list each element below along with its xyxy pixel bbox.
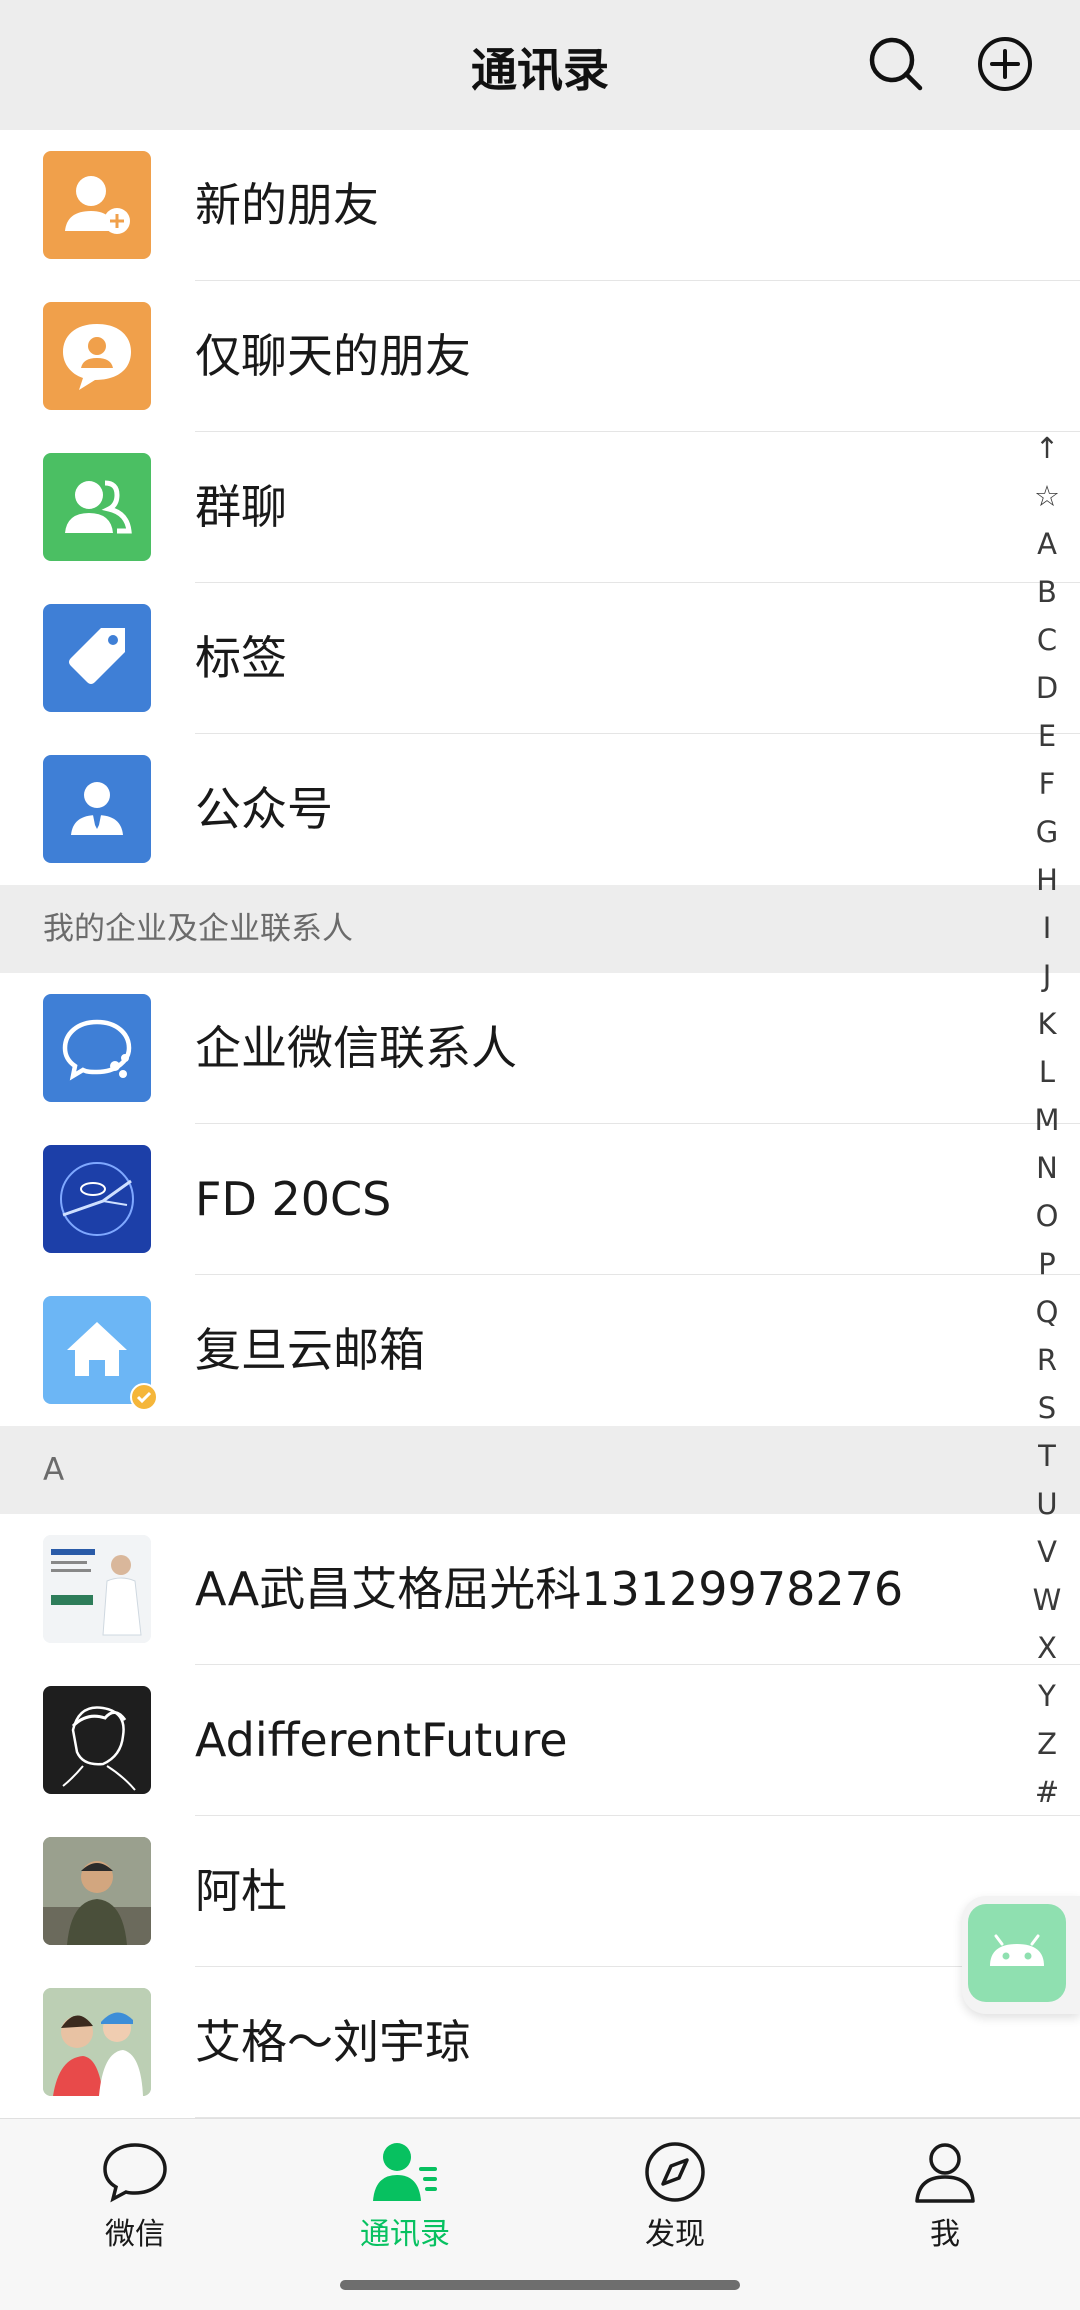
index-letter[interactable]: E <box>1028 712 1066 760</box>
floating-assistant-button[interactable] <box>962 1896 1080 2014</box>
tags-item[interactable]: 标签 <box>0 583 1080 734</box>
person-photo-avatar <box>43 1837 151 1945</box>
contacts-icon <box>373 2143 437 2201</box>
index-letter[interactable]: K <box>1028 1000 1066 1048</box>
tab-label: 我 <box>930 2217 960 2252</box>
tab-label: 发现 <box>645 2217 705 2252</box>
fd-20cs-avatar <box>43 1145 151 1253</box>
index-letter[interactable]: A <box>1028 520 1066 568</box>
index-letter[interactable]: M <box>1028 1096 1066 1144</box>
contact-item[interactable]: AdifferentFuture <box>0 1665 1080 1816</box>
chat-only-friend-icon <box>43 302 151 410</box>
tag-icon <box>43 604 151 712</box>
index-letter[interactable]: R <box>1028 1336 1066 1384</box>
home-icon <box>43 1296 158 1411</box>
tab-chats[interactable]: 微信 <box>35 2139 235 2253</box>
index-letter[interactable]: U <box>1028 1480 1066 1528</box>
index-letter[interactable]: Y <box>1028 1672 1066 1720</box>
doctor-photo-avatar <box>43 1535 151 1643</box>
official-account-icon <box>43 755 151 863</box>
index-letter[interactable]: V <box>1028 1528 1066 1576</box>
verified-badge-icon <box>130 1383 158 1411</box>
fd-20cs-item[interactable]: FD 20CS <box>0 1124 1080 1275</box>
index-letter[interactable]: Z <box>1028 1720 1066 1768</box>
chat-only-friends-item[interactable]: 仅聊天的朋友 <box>0 281 1080 432</box>
item-label: 仅聊天的朋友 <box>195 329 471 383</box>
tab-label: 通讯录 <box>360 2217 450 2252</box>
family-photo-avatar <box>43 1988 151 2096</box>
sketch-portrait-avatar <box>43 1686 151 1794</box>
index-letter[interactable]: F <box>1028 760 1066 808</box>
enterprise-section-header: 我的企业及企业联系人 <box>0 885 1080 973</box>
add-friend-icon <box>43 151 151 259</box>
index-letter[interactable]: N <box>1028 1144 1066 1192</box>
home-indicator[interactable] <box>340 2280 740 2290</box>
wecom-contacts-item[interactable]: 企业微信联系人 <box>0 973 1080 1124</box>
index-letter[interactable]: L <box>1028 1048 1066 1096</box>
index-letter[interactable]: # <box>1028 1768 1066 1816</box>
item-label: 艾格～刘宇琼 <box>195 2015 471 2069</box>
official-accounts-item[interactable]: 公众号 <box>0 734 1080 885</box>
group-chats-item[interactable]: 群聊 <box>0 432 1080 583</box>
index-letter[interactable]: O <box>1028 1192 1066 1240</box>
index-letter[interactable]: ↑ <box>1028 424 1066 472</box>
item-label: FD 20CS <box>195 1172 392 1226</box>
contact-item[interactable]: 阿杜 <box>0 1816 1080 1967</box>
index-letter[interactable]: H <box>1028 856 1066 904</box>
chat-bubble-icon <box>103 2143 167 2203</box>
item-label: 群聊 <box>195 480 287 534</box>
index-letter[interactable]: P <box>1028 1240 1066 1288</box>
tab-contacts[interactable]: 通讯录 <box>305 2139 505 2253</box>
compass-icon <box>645 2142 705 2202</box>
index-letter[interactable]: X <box>1028 1624 1066 1672</box>
tab-discover[interactable]: 发现 <box>575 2139 775 2253</box>
item-label: 复旦云邮箱 <box>195 1323 425 1377</box>
index-letter[interactable]: C <box>1028 616 1066 664</box>
index-letter[interactable]: D <box>1028 664 1066 712</box>
contact-item[interactable]: AA武昌艾格屈光科13129978276 <box>0 1514 1080 1665</box>
top-bar: 通讯录 <box>0 0 1080 130</box>
alphabet-index-bar[interactable]: ↑ ☆ A B C D E F G H I J K L M N O P Q R S T U V W X Y Z # <box>1028 424 1066 1816</box>
item-label: 标签 <box>195 631 287 685</box>
index-letter[interactable]: W <box>1028 1576 1066 1624</box>
item-label: AA武昌艾格屈光科13129978276 <box>195 1562 904 1616</box>
index-letter[interactable]: Q <box>1028 1288 1066 1336</box>
tab-me[interactable]: 我 <box>845 2139 1045 2253</box>
person-icon <box>915 2143 975 2203</box>
item-label: 新的朋友 <box>195 178 379 232</box>
index-letter[interactable]: S <box>1028 1384 1066 1432</box>
index-letter[interactable]: B <box>1028 568 1066 616</box>
add-circle-icon[interactable] <box>975 34 1035 94</box>
section-header-a: A <box>0 1426 1080 1514</box>
index-letter[interactable]: T <box>1028 1432 1066 1480</box>
wecom-contacts-icon <box>43 994 151 1102</box>
index-letter[interactable]: J <box>1028 952 1066 1000</box>
item-label: 阿杜 <box>195 1864 287 1918</box>
new-friends-item[interactable]: 新的朋友 <box>0 130 1080 281</box>
search-icon[interactable] <box>866 34 926 94</box>
item-label: 公众号 <box>195 782 333 836</box>
item-label: 企业微信联系人 <box>195 1021 517 1075</box>
group-chat-icon <box>43 453 151 561</box>
fudan-cloud-mail-item[interactable]: 复旦云邮箱 <box>0 1275 1080 1426</box>
contacts-list: 新的朋友 仅聊天的朋友 群聊 标签 公众号 我的企业及企业联系人 企业微信联系人… <box>0 130 1080 2118</box>
index-letter[interactable]: ☆ <box>1028 472 1066 520</box>
index-letter[interactable]: G <box>1028 808 1066 856</box>
index-letter[interactable]: I <box>1028 904 1066 952</box>
tab-label: 微信 <box>105 2217 165 2252</box>
item-label: AdifferentFuture <box>195 1713 568 1767</box>
android-icon <box>968 1904 1066 2002</box>
contact-item[interactable]: 艾格～刘宇琼 <box>0 1967 1080 2118</box>
